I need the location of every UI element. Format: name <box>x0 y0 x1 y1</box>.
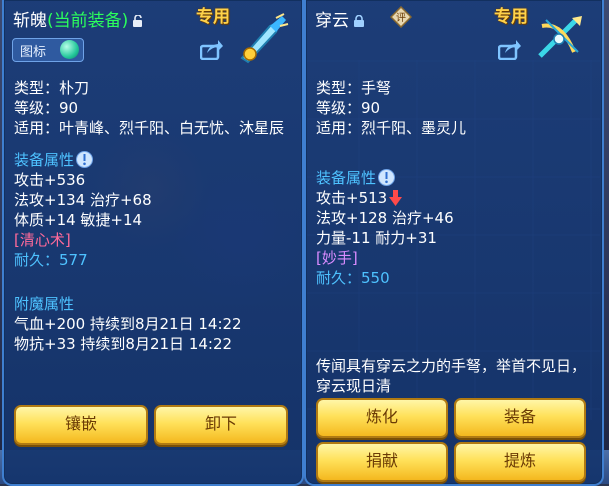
toggle-knob-icon <box>60 40 79 59</box>
info-icon[interactable] <box>378 169 396 186</box>
item-details: 类型：朴刀 等级：90 适用：叶青峰、烈千阳、白无忧、沐星辰 装备属性 攻击+5… <box>14 78 294 354</box>
item-applies: 适用：烈千阳、墨灵儿 <box>316 119 467 137</box>
extract-button[interactable]: 提炼 <box>454 442 586 482</box>
section-title-text: 装备属性 <box>14 151 75 169</box>
skill-label: [清心术] <box>14 231 71 249</box>
item-name: 斩魄(当前装备) <box>13 6 144 31</box>
unlock-icon[interactable] <box>132 15 144 27</box>
icon-toggle-label: 图标 <box>20 45 47 60</box>
item-name: 穿云 <box>315 6 365 31</box>
durability: 耐久：577 <box>14 251 88 269</box>
arrow-down-icon <box>389 190 403 206</box>
item-name-text: 穿云 <box>315 11 349 31</box>
compare-item-tooltip: 穿云 评 专用 类型：手弩 等级：90 适用：烈千阳、墨灵儿 装备属性 攻击+5… <box>304 0 604 486</box>
rating-badge-text: 评 <box>396 12 406 24</box>
attribute-line: 体质+14 敏捷+14 <box>14 211 143 229</box>
refine-button[interactable]: 炼化 <box>316 398 448 438</box>
equipped-item-tooltip: 斩魄(当前装备) 专用 图标 类型：朴刀 等级：90 适用：叶青峰、烈千阳、白无… <box>2 0 304 486</box>
durability: 耐久：550 <box>316 269 390 287</box>
item-name-text: 斩魄 <box>13 11 47 31</box>
attribute-line: 力量-11 耐力+31 <box>316 229 437 247</box>
crossbow-item-icon <box>538 16 582 58</box>
item-details: 类型：手弩 等级：90 适用：烈千阳、墨灵儿 装备属性 攻击+513 法攻+12… <box>316 78 594 396</box>
equipped-tag: (当前装备) <box>47 11 129 31</box>
attribute-line: 攻击+513 <box>316 188 594 208</box>
item-level: 等级：90 <box>14 99 79 117</box>
donate-button[interactable]: 捐献 <box>316 442 448 482</box>
section-title-text: 装备属性 <box>316 169 377 187</box>
share-icon[interactable] <box>200 38 224 60</box>
equipment-attributes-title: 装备属性 <box>14 150 294 170</box>
broadsword-item-icon <box>240 13 289 64</box>
equipment-attributes-title: 装备属性 <box>316 168 594 188</box>
enchant-line: 气血+200 持续到8月21日 14:22 <box>14 315 242 333</box>
enchant-line: 物抗+33 持续到8月21日 14:22 <box>14 335 233 353</box>
share-icon[interactable] <box>498 38 522 60</box>
equip-button[interactable]: 装备 <box>454 398 586 438</box>
rating-badge-icon: 评 <box>390 6 412 28</box>
item-description: 传闻具有穿云之力的手弩，举首不见日，穿云现日清 <box>316 357 587 395</box>
icon-toggle[interactable]: 图标 <box>12 38 84 62</box>
unequip-button[interactable]: 卸下 <box>154 405 288 445</box>
attribute-line: 攻击+536 <box>14 171 86 189</box>
lock-icon[interactable] <box>353 15 365 27</box>
info-icon[interactable] <box>76 151 94 168</box>
inlay-button[interactable]: 镶嵌 <box>14 405 148 445</box>
exclusive-label: 专用 <box>196 7 230 27</box>
exclusive-label: 专用 <box>494 7 528 27</box>
skill-label: [妙手] <box>316 249 358 267</box>
item-level: 等级：90 <box>316 99 381 117</box>
attribute-line: 法攻+134 治疗+68 <box>14 191 152 209</box>
item-type: 类型：朴刀 <box>14 79 90 97</box>
attack-value: 攻击+513 <box>316 189 388 207</box>
item-applies: 适用：叶青峰、烈千阳、白无忧、沐星辰 <box>14 119 285 137</box>
item-type: 类型：手弩 <box>316 79 392 97</box>
enchant-attributes-title: 附魔属性 <box>14 295 75 313</box>
attribute-line: 法攻+128 治疗+46 <box>316 209 454 227</box>
